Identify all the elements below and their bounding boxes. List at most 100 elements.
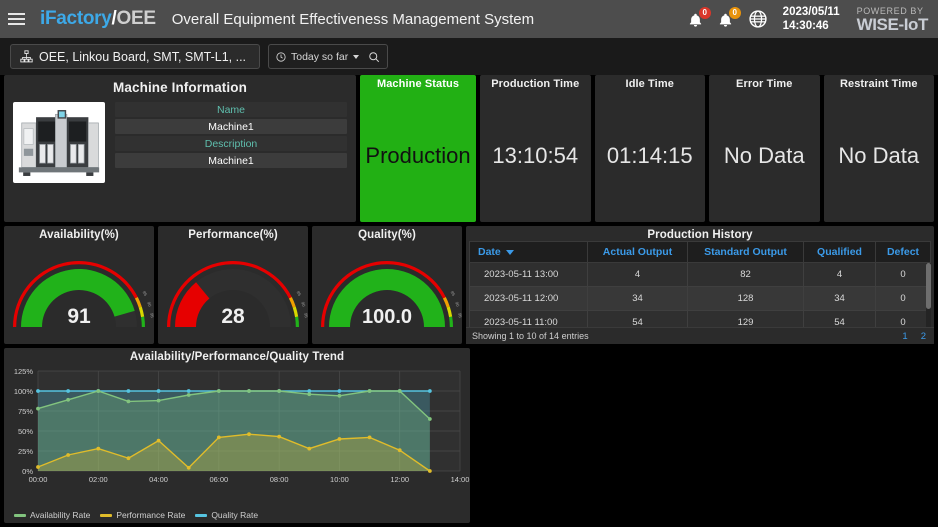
error-time-title: Error Time	[736, 78, 793, 90]
legend-swatch	[195, 513, 208, 517]
alerts-bell-1-button[interactable]: 0	[688, 7, 711, 30]
table-row[interactable]: 2023-05-11 11:00 54 129 54 0	[469, 310, 931, 327]
table-scrollbar[interactable]	[926, 263, 931, 327]
column-header-defect[interactable]: Defect	[875, 241, 931, 263]
table-entries-info: Showing 1 to 10 of 14 entries	[472, 331, 589, 341]
table-cell: 2023-05-11 11:00	[469, 310, 588, 327]
breadcrumb-label: OEE, Linkou Board, SMT, SMT-L1, ...	[39, 49, 247, 64]
table-scrollbar-thumb[interactable]	[926, 263, 931, 310]
machine-status-card: Machine Status Production	[360, 75, 476, 222]
idle-time-card: Idle Time 01:14:15	[594, 75, 705, 222]
production-history-table: Date Actual Output Standard Output Quali…	[469, 241, 931, 327]
trend-title: Availability/Performance/Quality Trend	[129, 351, 345, 363]
svg-text:75%: 75%	[18, 407, 33, 416]
table-cell: 34	[803, 286, 876, 311]
header-time: 14:30:46	[782, 20, 829, 32]
svg-text:02:00: 02:00	[89, 475, 108, 484]
oee-dashboard: iFactory/OEE Overall Equipment Effective…	[0, 0, 938, 527]
svg-text:125%: 125%	[14, 367, 34, 376]
column-header-date[interactable]: Date	[469, 241, 588, 263]
sitemap-icon	[20, 50, 33, 63]
sort-descending-icon	[505, 249, 514, 255]
powered-by-label: POWERED BY	[856, 5, 924, 16]
table-cell: 129	[687, 310, 804, 327]
machine-information-title: Machine Information	[113, 80, 247, 95]
table-row[interactable]: 2023-05-11 12:00 34 128 34 0	[469, 286, 931, 311]
gauge-value: 28	[221, 305, 245, 328]
legend-swatch	[14, 513, 26, 517]
legend-label: Performance Rate	[116, 510, 186, 520]
breadcrumb-selector[interactable]: OEE, Linkou Board, SMT, SMT-L1, ...	[10, 44, 260, 69]
app-header: iFactory/OEE Overall Equipment Effective…	[0, 0, 938, 38]
header-datetime: 2023/05/11 14:30:46	[783, 5, 840, 33]
table-cell: 0	[875, 310, 931, 327]
trend-chart-svg: 0%25%50%75%100%125%00:00 02:00 04:00 06:00 0…	[14, 367, 470, 484]
pagination-page-1[interactable]: 1	[902, 331, 907, 342]
column-header-actual-output[interactable]: Actual Output	[587, 241, 688, 263]
svg-text:06:00: 06:00	[209, 475, 228, 484]
gauge-value: 91	[67, 305, 91, 328]
production-history-panel: Production History Date Actual Output St…	[466, 226, 934, 344]
legend-swatch	[100, 513, 113, 517]
legend-item[interactable]: Availability Rate	[14, 510, 90, 520]
svg-text:95: 95	[303, 313, 308, 319]
svg-text:25%: 25%	[18, 447, 33, 456]
machine-info-value-description: Machine1	[115, 153, 347, 168]
legend-item[interactable]: Quality Rate	[195, 510, 258, 520]
machine-photo	[13, 102, 105, 183]
column-header-qualified[interactable]: Qualified	[803, 241, 876, 263]
svg-text:90: 90	[146, 301, 152, 308]
table-cell: 2023-05-11 12:00	[469, 286, 588, 311]
svg-text:50%: 50%	[18, 427, 33, 436]
table-cell: 2023-05-11 13:00	[469, 262, 588, 287]
svg-text:85: 85	[296, 290, 303, 297]
idle-time-value: 01:14:15	[606, 143, 693, 168]
machine-info-rows: Name Machine1 Description Machine1	[115, 102, 347, 183]
svg-text:14:00: 14:00	[451, 475, 470, 484]
machine-status-value: Production	[365, 143, 471, 168]
legend-item[interactable]: Performance Rate	[100, 510, 185, 520]
table-cell: 0	[875, 262, 931, 287]
svg-text:100%: 100%	[14, 387, 34, 396]
svg-text:95: 95	[149, 313, 154, 319]
idle-time-title: Idle Time	[625, 78, 674, 90]
header-actions: 0 0 2023/05/11 14:30:46 POWERED BY WISE-…	[688, 5, 928, 33]
date-range-selector[interactable]: Today so far	[268, 44, 389, 69]
machine-information-panel: Machine Information Name Machine1 Descri…	[4, 75, 356, 222]
legend-label: Quality Rate	[211, 510, 259, 520]
header-date: 2023/05/11	[782, 6, 840, 18]
performance-gauge-title: Performance(%)	[188, 229, 278, 241]
hamburger-icon[interactable]	[8, 8, 30, 30]
alerts-bell-2-button[interactable]: 0	[718, 7, 741, 30]
availability-gauge-card: Availability(%) 85 90 95 91	[4, 226, 154, 344]
search-button[interactable]	[368, 51, 380, 63]
table-cell: 4	[803, 262, 876, 287]
table-cell: 82	[687, 262, 804, 287]
svg-text:95: 95	[457, 313, 462, 319]
trend-legend: Availability Rate Performance Rate Quality…	[4, 510, 470, 523]
pagination: 1 2	[902, 331, 926, 342]
table-row[interactable]: 2023-05-11 13:00 4 82 4 0	[469, 262, 931, 287]
table-cell: 34	[587, 286, 688, 311]
pagination-page-2[interactable]: 2	[921, 331, 926, 342]
date-range-label: Today so far	[291, 50, 349, 63]
svg-text:04:00: 04:00	[149, 475, 168, 484]
table-cell: 54	[803, 310, 876, 327]
quality-gauge-title: Quality(%)	[358, 229, 416, 241]
performance-gauge-card: Performance(%) 85 90 95 28	[158, 226, 308, 344]
svg-text:85: 85	[142, 290, 149, 297]
smt-machine-image	[16, 106, 102, 179]
machine-info-value-name: Machine1	[115, 119, 347, 134]
gauges-and-history-row: Availability(%) 85 90 95 91 Performance(%)…	[0, 222, 938, 344]
production-history-title: Production History	[647, 229, 753, 241]
column-header-standard-output[interactable]: Standard Output	[687, 241, 804, 263]
chevron-down-icon	[353, 54, 360, 59]
powered-by: POWERED BY WISE-IoT	[856, 5, 929, 33]
gauge-svg: 85 90 95 91	[13, 261, 154, 328]
globe-icon[interactable]	[748, 9, 768, 29]
production-time-value: 13:10:54	[492, 143, 579, 168]
trend-chart: 0% 25% 50% 75% 100% 125% 00:00 02:00 04:00 06:00 0…	[4, 363, 470, 510]
status-row: Machine Information Name Machine1 Descri…	[0, 75, 938, 222]
svg-text:12:00: 12:00	[390, 475, 409, 484]
brand-name-primary: iFactory	[40, 8, 112, 29]
